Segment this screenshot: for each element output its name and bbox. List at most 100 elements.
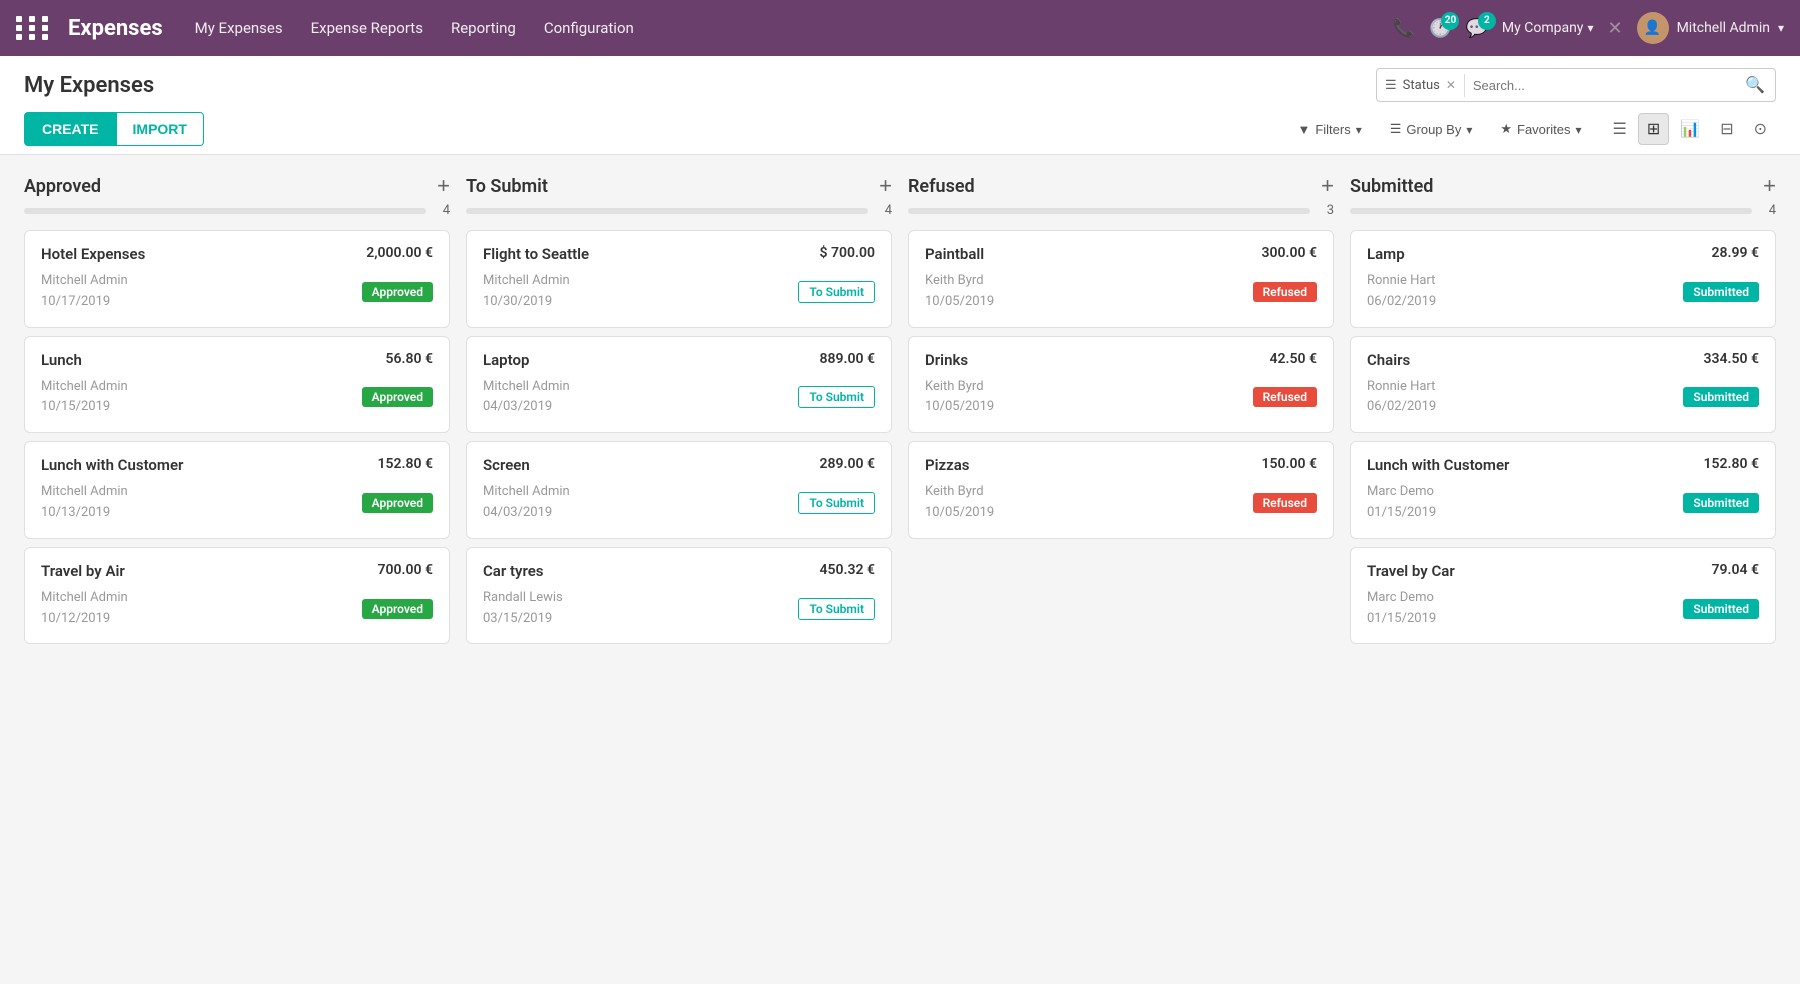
column-progress-refused: 3 (908, 203, 1334, 218)
card-amount-approved-3: 700.00 € (378, 562, 433, 578)
group-by-icon: ☰ (1390, 121, 1402, 137)
nav-reporting[interactable]: Reporting (451, 19, 516, 37)
card-bottom-submitted-1: Ronnie Hart 06/02/2019 Submitted (1367, 377, 1759, 419)
expense-card-approved-2[interactable]: Lunch with Customer 152.80 € Mitchell Ad… (24, 441, 450, 539)
subheader: My Expenses ☰ Status ✕ 🔍 CREATE IMPORT ▼… (0, 56, 1800, 155)
card-top-refused-1: Drinks 42.50 € (925, 351, 1317, 369)
column-header-refused: Refused + (908, 175, 1334, 197)
main-nav: My Expenses Expense Reports Reporting Co… (195, 19, 1393, 37)
expense-card-submitted-1[interactable]: Chairs 334.50 € Ronnie Hart 06/02/2019 S… (1350, 336, 1776, 434)
filter-icon: ▼ (1297, 122, 1310, 137)
status-badge-to-submit-3: To Submit (798, 598, 875, 620)
card-top-submitted-0: Lamp 28.99 € (1367, 245, 1759, 263)
kanban-view-button[interactable]: ⊞ (1638, 113, 1669, 145)
expense-card-refused-1[interactable]: Drinks 42.50 € Keith Byrd 10/05/2019 Ref… (908, 336, 1334, 434)
search-input[interactable] (1465, 72, 1735, 99)
card-amount-submitted-1: 334.50 € (1704, 351, 1759, 367)
company-selector[interactable]: My Company (1502, 20, 1594, 36)
column-add-approved[interactable]: + (437, 175, 450, 197)
message-count: 2 (1478, 12, 1496, 30)
nav-my-expenses[interactable]: My Expenses (195, 19, 283, 37)
expense-card-submitted-0[interactable]: Lamp 28.99 € Ronnie Hart 06/02/2019 Subm… (1350, 230, 1776, 328)
app-grid-menu[interactable] (16, 16, 52, 40)
card-meta-approved-1: Mitchell Admin 10/15/2019 (41, 377, 128, 419)
favorites-button[interactable]: Favorites (1494, 117, 1587, 141)
nav-configuration[interactable]: Configuration (544, 19, 634, 37)
status-badge-approved-1: Approved (362, 387, 433, 407)
card-amount-approved-1: 56.80 € (386, 351, 433, 367)
expense-card-submitted-3[interactable]: Travel by Car 79.04 € Marc Demo 01/15/20… (1350, 547, 1776, 645)
expense-card-refused-0[interactable]: Paintball 300.00 € Keith Byrd 10/05/2019… (908, 230, 1334, 328)
card-date-refused-2: 10/05/2019 (925, 503, 994, 524)
card-amount-approved-0: 2,000.00 € (366, 245, 433, 261)
card-name-submitted-1: Chairs (1367, 351, 1410, 369)
message-badge-button[interactable]: 💬 2 (1465, 18, 1487, 39)
app-brand: Expenses (68, 16, 163, 41)
status-badge-approved-3: Approved (362, 599, 433, 619)
expense-card-to-submit-0[interactable]: Flight to Seattle $ 700.00 Mitchell Admi… (466, 230, 892, 328)
activity-badge-button[interactable]: 🕐 20 (1429, 18, 1451, 39)
column-progress-to-submit: 4 (466, 203, 892, 218)
filter-tag-list-icon: ☰ (1385, 78, 1397, 93)
card-bottom-submitted-3: Marc Demo 01/15/2019 Submitted (1367, 588, 1759, 630)
card-date-to-submit-3: 03/15/2019 (483, 609, 563, 630)
import-button[interactable]: IMPORT (117, 112, 204, 146)
filter-tag-remove[interactable]: ✕ (1446, 78, 1456, 92)
avatar: 👤 (1637, 12, 1669, 44)
nav-expense-reports[interactable]: Expense Reports (311, 19, 423, 37)
filters-button[interactable]: ▼ Filters (1291, 118, 1367, 141)
column-count-to-submit: 4 (876, 203, 892, 218)
grid-view-button[interactable]: ⊟ (1711, 113, 1742, 145)
activity-view-button[interactable]: ⊙ (1745, 113, 1776, 145)
user-menu[interactable]: 👤 Mitchell Admin (1637, 12, 1784, 44)
user-name: Mitchell Admin (1677, 20, 1770, 36)
expense-card-to-submit-1[interactable]: Laptop 889.00 € Mitchell Admin 04/03/201… (466, 336, 892, 434)
card-amount-submitted-0: 28.99 € (1712, 245, 1759, 261)
expense-card-approved-1[interactable]: Lunch 56.80 € Mitchell Admin 10/15/2019 … (24, 336, 450, 434)
phone-icon[interactable]: 📞 (1393, 18, 1415, 39)
card-top-approved-2: Lunch with Customer 152.80 € (41, 456, 433, 474)
column-refused: Refused + 3 Paintball 300.00 € Keith Byr… (900, 175, 1342, 939)
column-add-refused[interactable]: + (1321, 175, 1334, 197)
column-submitted: Submitted + 4 Lamp 28.99 € Ronnie Hart 0… (1342, 175, 1784, 939)
search-button[interactable]: 🔍 (1735, 69, 1775, 101)
bar-chart-view-button[interactable]: 📊 (1671, 113, 1709, 145)
status-badge-refused-1: Refused (1253, 387, 1317, 407)
card-meta-to-submit-3: Randall Lewis 03/15/2019 (483, 588, 563, 630)
card-name-to-submit-0: Flight to Seattle (483, 245, 589, 263)
expense-card-to-submit-3[interactable]: Car tyres 450.32 € Randall Lewis 03/15/2… (466, 547, 892, 645)
card-user-approved-1: Mitchell Admin (41, 377, 128, 398)
card-meta-to-submit-2: Mitchell Admin 04/03/2019 (483, 482, 570, 524)
expense-card-submitted-2[interactable]: Lunch with Customer 152.80 € Marc Demo 0… (1350, 441, 1776, 539)
progress-bar-refused (908, 208, 1310, 214)
card-meta-submitted-2: Marc Demo 01/15/2019 (1367, 482, 1436, 524)
card-top-refused-0: Paintball 300.00 € (925, 245, 1317, 263)
column-add-submitted[interactable]: + (1763, 175, 1776, 197)
card-meta-approved-2: Mitchell Admin 10/13/2019 (41, 482, 128, 524)
column-add-to-submit[interactable]: + (879, 175, 892, 197)
company-chevron-icon (1587, 20, 1593, 36)
card-top-to-submit-3: Car tyres 450.32 € (483, 562, 875, 580)
column-progress-approved: 4 (24, 203, 450, 218)
expense-card-approved-3[interactable]: Travel by Air 700.00 € Mitchell Admin 10… (24, 547, 450, 645)
card-meta-approved-3: Mitchell Admin 10/12/2019 (41, 588, 128, 630)
card-user-to-submit-3: Randall Lewis (483, 588, 563, 609)
card-date-to-submit-1: 04/03/2019 (483, 397, 570, 418)
toolbar-right: ▼ Filters ☰ Group By Favorites ☰ ⊞ 📊 ⊟ ⊙ (1291, 113, 1776, 145)
page-title: My Expenses (24, 73, 154, 98)
status-badge-approved-0: Approved (362, 282, 433, 302)
card-bottom-approved-1: Mitchell Admin 10/15/2019 Approved (41, 377, 433, 419)
group-by-label: Group By (1406, 122, 1461, 137)
expense-card-approved-0[interactable]: Hotel Expenses 2,000.00 € Mitchell Admin… (24, 230, 450, 328)
create-button[interactable]: CREATE (24, 112, 117, 146)
card-meta-to-submit-0: Mitchell Admin 10/30/2019 (483, 271, 570, 313)
search-bar: ☰ Status ✕ 🔍 (1376, 68, 1776, 102)
card-user-submitted-0: Ronnie Hart (1367, 271, 1436, 292)
expense-card-to-submit-2[interactable]: Screen 289.00 € Mitchell Admin 04/03/201… (466, 441, 892, 539)
expense-card-refused-2[interactable]: Pizzas 150.00 € Keith Byrd 10/05/2019 Re… (908, 441, 1334, 539)
status-badge-refused-0: Refused (1253, 282, 1317, 302)
list-view-button[interactable]: ☰ (1604, 113, 1636, 145)
group-by-button[interactable]: ☰ Group By (1384, 117, 1479, 141)
card-amount-approved-2: 152.80 € (378, 456, 433, 472)
favorites-chevron-icon (1575, 122, 1581, 137)
